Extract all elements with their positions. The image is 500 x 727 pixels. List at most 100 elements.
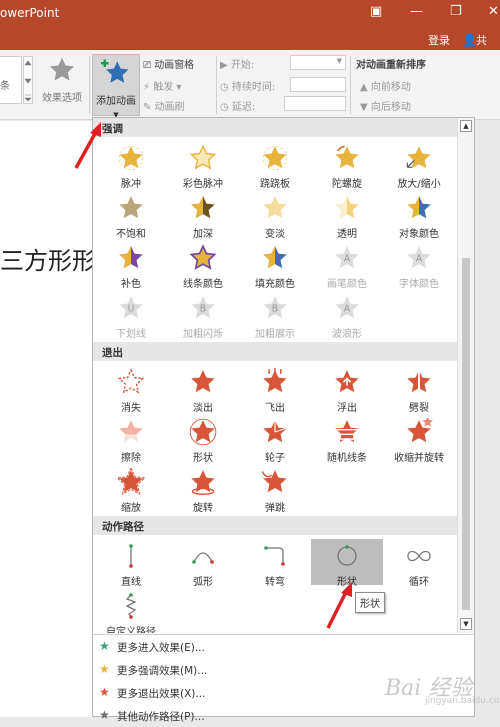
effect-options-star-icon bbox=[49, 57, 75, 81]
animation-item: A 字体颜色 bbox=[383, 241, 455, 290]
move-earlier-button[interactable]: ▲ 向前移动 bbox=[360, 78, 411, 93]
teeter-star-icon bbox=[262, 145, 288, 171]
animation-item[interactable]: 缩放 bbox=[95, 465, 167, 514]
animation-item[interactable]: 淡出 bbox=[167, 365, 239, 414]
menu-item-label: 更多强调效果(M)... bbox=[117, 665, 208, 677]
ribbon-group-separator bbox=[350, 56, 351, 114]
line-path-icon bbox=[129, 544, 133, 568]
ribbon-group-separator bbox=[89, 56, 90, 114]
animation-item[interactable]: 弹跳 bbox=[239, 465, 311, 514]
login-link[interactable]: 登录 bbox=[428, 32, 450, 48]
loop-path-icon bbox=[407, 550, 431, 562]
animation-item[interactable]: 陀螺旋 bbox=[311, 141, 383, 190]
animation-item[interactable]: 变淡 bbox=[239, 191, 311, 240]
animation-item-label: 弹跳 bbox=[265, 503, 285, 514]
animation-item[interactable]: 彩色脉冲 bbox=[167, 141, 239, 190]
menu-star-icon: ★ bbox=[99, 662, 110, 676]
animation-item[interactable]: 形状 bbox=[167, 415, 239, 464]
brush-color-icon: A bbox=[335, 246, 359, 269]
animation-item[interactable]: 自定义路径 bbox=[95, 589, 167, 633]
disappear-star-icon bbox=[117, 368, 145, 394]
gallery-scroll-control[interactable] bbox=[23, 56, 33, 104]
animation-item-label: 跷跷板 bbox=[260, 179, 290, 190]
animation-item-label: 劈裂 bbox=[409, 403, 429, 414]
shrink-turn-star-icon bbox=[407, 418, 433, 443]
more-effects-menu-item[interactable]: ★ 更多进入效果(E)... bbox=[93, 635, 474, 658]
effect-options-button[interactable]: 效果选项 bbox=[36, 56, 88, 104]
animation-item: A 波浪形 bbox=[311, 291, 383, 340]
slide-canvas[interactable]: 三方形形 bbox=[0, 121, 96, 717]
animation-item[interactable]: 轮子 bbox=[239, 415, 311, 464]
minimize-icon[interactable]: — bbox=[410, 4, 423, 19]
scroll-down-icon[interactable]: ▼ bbox=[460, 618, 472, 630]
animation-item[interactable]: 转弯 bbox=[239, 539, 311, 588]
add-animation-button[interactable]: 添加动画 ▼ bbox=[92, 54, 140, 119]
line-color-star-icon bbox=[189, 244, 217, 270]
move-later-button[interactable]: ▼ 向后移动 bbox=[360, 98, 411, 113]
animation-item[interactable]: 不饱和 bbox=[95, 191, 167, 240]
animation-item[interactable]: 随机线条 bbox=[311, 415, 383, 464]
desaturate-star-icon bbox=[119, 196, 143, 219]
animation-painter-label: 动画刷 bbox=[154, 102, 185, 113]
animation-item-label: 填充颜色 bbox=[255, 279, 295, 290]
bold-reveal-icon: B bbox=[263, 296, 287, 319]
close-icon[interactable]: ✕ bbox=[488, 4, 499, 19]
animation-item[interactable]: 补色 bbox=[95, 241, 167, 290]
delay-input[interactable] bbox=[284, 96, 346, 111]
animation-item[interactable]: 循环 bbox=[383, 539, 455, 588]
gallery-scrollbar[interactable]: ▲ ▼ bbox=[457, 118, 474, 633]
object-color-star-icon bbox=[407, 196, 431, 219]
animation-item-label: 旋转 bbox=[193, 503, 213, 514]
bounce-star-icon bbox=[261, 470, 287, 493]
start-select[interactable]: ▼ bbox=[290, 55, 346, 70]
animation-item[interactable]: 直线 bbox=[95, 539, 167, 588]
animation-item[interactable]: 线条颜色 bbox=[167, 241, 239, 290]
animation-item[interactable]: 劈裂 bbox=[383, 365, 455, 414]
ribbon-display-options-icon[interactable]: ▣ bbox=[370, 4, 382, 19]
animation-gallery-preview[interactable]: 条 bbox=[0, 56, 22, 104]
animation-item[interactable]: 弧形 bbox=[167, 539, 239, 588]
animation-item-label: 变淡 bbox=[265, 229, 285, 240]
grow-shrink-star-icon bbox=[406, 146, 431, 169]
animation-item[interactable]: 旋转 bbox=[167, 465, 239, 514]
section-header: 退出 bbox=[93, 342, 457, 361]
animation-item-label: 轮子 bbox=[265, 453, 285, 464]
animation-item[interactable]: 收缩并旋转 bbox=[383, 415, 455, 464]
animation-item[interactable]: 跷跷板 bbox=[239, 141, 311, 190]
reorder-title: 对动画重新排序 bbox=[356, 60, 426, 71]
share-button[interactable]: 👤 共享 bbox=[458, 30, 500, 63]
maximize-icon[interactable]: ❐ bbox=[450, 4, 462, 19]
trigger-button[interactable]: ⚡ 触发 ▾ bbox=[143, 78, 181, 93]
animation-item[interactable]: 对象颜色 bbox=[383, 191, 455, 240]
duration-input[interactable] bbox=[290, 77, 346, 92]
fade-star-icon bbox=[191, 370, 215, 393]
animation-item[interactable]: 放大/缩小 bbox=[383, 141, 455, 190]
animation-item-label: 补色 bbox=[121, 279, 141, 290]
clock-icon: ◷ bbox=[220, 82, 232, 93]
animation-item[interactable]: 消失 bbox=[95, 365, 167, 414]
svg-text:B: B bbox=[200, 304, 206, 315]
animation-item[interactable]: 加深 bbox=[167, 191, 239, 240]
animation-item[interactable]: 擦除 bbox=[95, 415, 167, 464]
float-out-star-icon bbox=[335, 370, 359, 393]
animation-item[interactable]: 透明 bbox=[311, 191, 383, 240]
slide-text[interactable]: 三方形形 bbox=[0, 241, 96, 276]
play-icon: ▶ bbox=[220, 60, 231, 71]
start-label: ▶ 开始: bbox=[220, 60, 255, 71]
animation-pane-button[interactable]: ⎚ 动画窗格 bbox=[143, 56, 194, 71]
up-triangle-icon: ▲ bbox=[360, 82, 371, 93]
animation-painter-button[interactable]: ✎ 动画刷 bbox=[143, 98, 185, 113]
zoom-star-icon bbox=[117, 468, 145, 495]
svg-text:A: A bbox=[344, 254, 351, 265]
animation-item-label: 波浪形 bbox=[332, 329, 362, 340]
scroll-up-icon[interactable]: ▲ bbox=[460, 120, 472, 132]
animation-item[interactable]: 浮出 bbox=[311, 365, 383, 414]
animation-item-label: 加粗展示 bbox=[255, 329, 295, 340]
scrollbar-thumb[interactable] bbox=[462, 258, 470, 610]
animation-item[interactable]: 填充颜色 bbox=[239, 241, 311, 290]
animation-item[interactable]: 形状 bbox=[311, 539, 383, 588]
shape-path-icon bbox=[337, 545, 357, 566]
down-triangle-icon: ▼ bbox=[360, 102, 371, 113]
animation-item[interactable]: 飞出 bbox=[239, 365, 311, 414]
delay-label: ◷ 延迟: bbox=[220, 102, 256, 113]
